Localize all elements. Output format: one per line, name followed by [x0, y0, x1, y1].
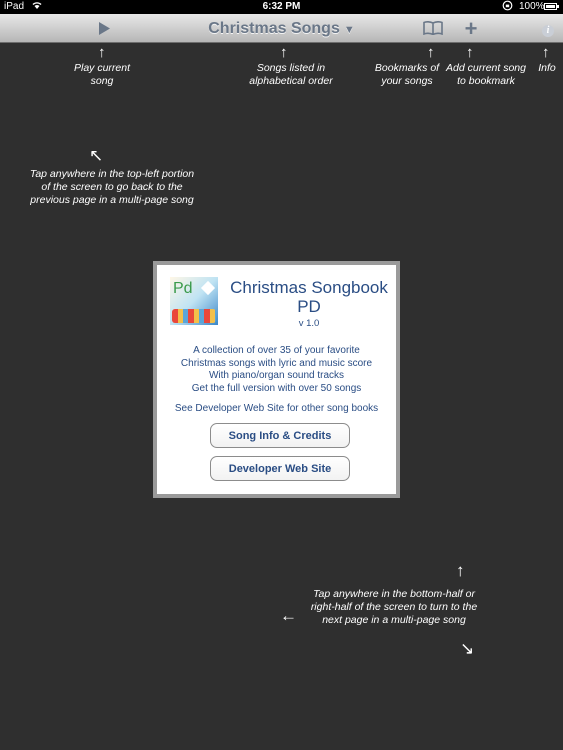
add-bookmark-button[interactable]: +: [461, 14, 481, 43]
app-icon-star: [200, 280, 216, 296]
callout-play: Play current song: [73, 62, 131, 87]
dialog-version: v 1.0: [298, 318, 320, 329]
app-icon-kids: [172, 309, 216, 323]
app-icon-label: Pd: [173, 280, 193, 297]
chevron-down-icon: ▼: [343, 24, 355, 36]
arrow-up-play: ↑: [98, 44, 106, 61]
dialog-description: A collection of over 35 of your favorite…: [161, 345, 392, 395]
status-bar: iPad 6:32 PM 100%: [0, 0, 563, 14]
callout-songs: Songs listed in alphabetical order: [249, 62, 333, 87]
arrow-up-bookmarks: ↑: [427, 44, 435, 61]
app-icon: Pd: [170, 277, 218, 325]
info-button[interactable]: i: [540, 14, 556, 43]
callout-previous-page: Tap anywhere in the top-left portion of …: [29, 168, 195, 206]
battery-percentage: 100%: [519, 1, 545, 12]
description-line: A collection of over 35 of your favorite: [193, 345, 360, 356]
battery-icon: [544, 3, 559, 10]
arrow-up-songs: ↑: [280, 44, 288, 61]
arrow-up-info: ↑: [542, 44, 550, 61]
status-time: 6:32 PM: [262, 1, 301, 12]
developer-web-site-button[interactable]: Developer Web Site: [210, 456, 350, 481]
bookmarks-button[interactable]: [422, 14, 444, 43]
page-title: Christmas Songs: [208, 20, 340, 37]
callout-next-page: Tap anywhere in the bottom-half or right…: [310, 588, 478, 626]
info-icon: i: [542, 25, 554, 37]
arrow-down-right: ↘: [460, 639, 475, 658]
arrow-up-next: ↑: [456, 561, 465, 580]
description-line: Get the full version with over 50 songs: [191, 382, 362, 394]
callout-add: Add current song to bookmark: [446, 62, 526, 87]
arrow-up-add: ↑: [466, 44, 474, 61]
description-line: With piano/organ sound tracks: [208, 370, 345, 381]
callout-bookmarks: Bookmarks of your songs: [374, 62, 440, 87]
bookmarks-book-icon: [423, 21, 443, 39]
toolbar: Christmas Songs ▼ + i: [0, 14, 563, 43]
song-info-credits-button[interactable]: Song Info & Credits: [210, 423, 350, 448]
callout-info: Info: [538, 62, 556, 74]
dialog-title: Christmas Songbook PD: [230, 278, 388, 316]
description-line: Christmas songs with lyric and music sco…: [180, 357, 373, 369]
arrow-up-left: ↖: [89, 146, 104, 165]
about-dialog: Pd Christmas Songbook PD v 1.0 A collect…: [153, 261, 400, 498]
developer-site-note: See Developer Web Site for other song bo…: [174, 403, 379, 414]
lock-rotation-icon: [502, 0, 513, 15]
arrow-left-next: ←: [280, 606, 297, 625]
add-plus-icon: +: [464, 16, 478, 41]
